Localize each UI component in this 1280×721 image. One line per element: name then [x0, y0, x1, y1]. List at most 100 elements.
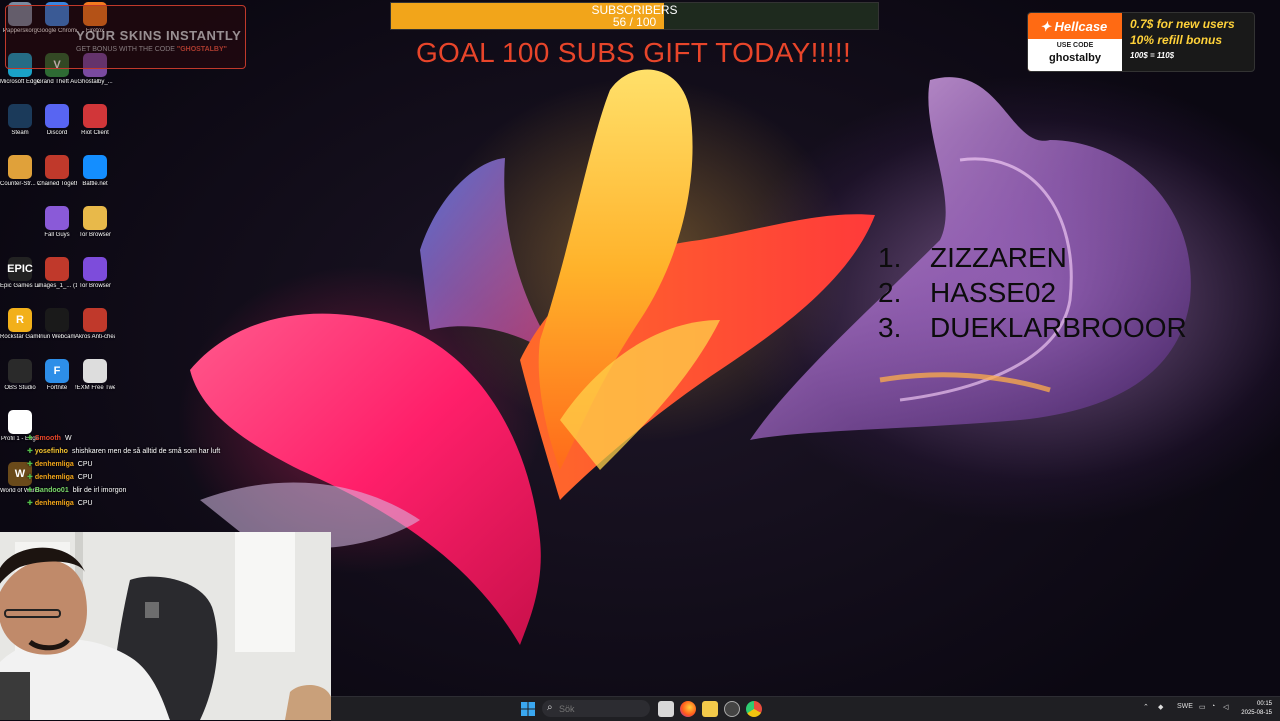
battlenet-icon: [83, 155, 107, 179]
desktop-shortcut-label: Tor Browser: [78, 283, 111, 289]
chat-text: shishkaren men de så alltid de små som h…: [71, 448, 221, 455]
desktop-shortcut[interactable]: EPIC Epic Games Launcher: [0, 257, 40, 290]
epic-games-icon: EPIC: [7, 257, 33, 281]
desktop-shortcut-label: Steam: [11, 130, 29, 136]
desktop-shortcut-label: Discord: [46, 130, 68, 136]
chat-username: yosefinho: [34, 448, 68, 455]
chat-badge-icon: ✚: [27, 448, 33, 455]
stream-chat: ✚ Smooth W ✚ yosefinho shishkaren men de så …: [27, 432, 287, 510]
desktop-shortcut-label: Rockstar Games ...: [0, 334, 40, 340]
leaderboard-rank: 1.: [878, 242, 902, 273]
leaderboard-row: 1. ZIZZAREN: [878, 240, 1187, 275]
obs-icon: [8, 359, 32, 383]
desktop-shortcut[interactable]: Steam: [0, 104, 40, 137]
desktop-shortcut-label: Battle.net: [82, 181, 108, 187]
desktop-shortcut[interactable]: Counter-Str... 2: [0, 155, 40, 188]
file-explorer-icon[interactable]: [658, 701, 674, 717]
hellcase-use-code-label: USE CODE: [1056, 42, 1094, 49]
desktop-shortcut-label: Chained Together: [37, 181, 77, 187]
desktop-shortcut[interactable]: Tor Browser: [75, 257, 115, 290]
chat-message: ✚ Bandoo01 blir de irl imorgon: [27, 484, 287, 497]
desktop-shortcut[interactable]: Iriun Webcam: [37, 308, 77, 341]
search-input[interactable]: [559, 702, 644, 715]
desktop-shortcut[interactable]: OBS Studio: [0, 359, 40, 392]
webcam-icon: [45, 308, 69, 332]
tray-volume-icon[interactable]: ◁: [1223, 703, 1228, 711]
chat-username: Bandoo01: [34, 487, 69, 494]
desktop-shortcut[interactable]: images_1_... (1): [37, 257, 77, 290]
chat-message: ✚ Smooth W: [27, 432, 287, 445]
desktop-shortcut[interactable]: R Rockstar Games ...: [0, 308, 40, 341]
hellcase-code: ghostalby: [1049, 52, 1101, 64]
leaderboard-rank: 2.: [878, 277, 902, 308]
chat-message: ✚ denhemliga CPU: [27, 458, 287, 471]
chat-message: ✚ yosefinho shishkaren men de så alltid de…: [27, 445, 287, 458]
desktop-shortcut[interactable]: Battle.net: [75, 155, 115, 188]
leaderboard-rank: 3.: [878, 312, 902, 343]
fortnite-icon: F: [45, 359, 69, 383]
subscriber-goal-bar: SUBSCRIBERS 56 / 100: [390, 2, 879, 30]
tray-wifi-icon[interactable]: ◔: [1211, 703, 1215, 710]
desktop-shortcut-label: Tor Browser: [78, 232, 111, 238]
chat-username: denhemliga: [34, 474, 74, 481]
chat-text: CPU: [77, 474, 93, 481]
tweak-icon: [83, 359, 107, 383]
hellcase-offer-line3: 100$ = 110$: [1130, 51, 1175, 60]
clock-date: 2025-08-15: [1241, 710, 1272, 716]
steam-icon: [8, 104, 32, 128]
desktop-shortcut-label: Microsoft Edge: [0, 79, 40, 85]
desktop-shortcut-label: OBS Studio: [4, 385, 36, 391]
windows-start-icon[interactable]: [520, 701, 536, 717]
webcam-image: [0, 532, 331, 720]
chat-text: W: [64, 435, 72, 442]
taskbar-clock[interactable]: 00:15 2025-08-15: [1241, 700, 1272, 718]
riot-icon: [83, 104, 107, 128]
desktop-shortcut-label: Counter-Str... 2: [0, 181, 40, 187]
desktop-shortcut[interactable]: Fall Guys: [37, 206, 77, 239]
desktop-shortcut[interactable]: !EXM Free Tweakin...: [75, 359, 115, 392]
leaderboard-name: ZIZZAREN: [930, 242, 1067, 273]
desktop-shortcut-label: Grand Theft Auto V: [37, 79, 77, 85]
settings-icon[interactable]: [724, 701, 740, 717]
desktop-shortcut[interactable]: F Fortnite: [37, 359, 77, 392]
desktop-shortcut-label: Fall Guys: [44, 232, 70, 238]
desktop-shortcut-label: images_1_... (1): [37, 283, 77, 289]
desktop-shortcut-label: Epic Games Launcher: [0, 283, 40, 289]
chat-badge-icon: ✚: [27, 500, 33, 507]
cs2-icon: [8, 155, 32, 179]
webcam-feed: [0, 532, 331, 720]
hellcase-offer: 0.7$ for new users 10% refill bonus 100$…: [1130, 17, 1250, 60]
tray-display-icon[interactable]: ▭: [1199, 703, 1206, 711]
desktop-shortcut[interactable]: Akros Anti-cheat: [75, 308, 115, 341]
leaderboard: 1. ZIZZAREN 2. HASSE02 3. DUEKLARBROOOR: [878, 240, 1187, 345]
chat-badge-icon: ✚: [27, 487, 33, 494]
tray-chevron-icon[interactable]: ⌃: [1143, 703, 1149, 711]
desktop-shortcut[interactable]: Riot Client: [75, 104, 115, 137]
desktop-shortcut-label: !EXM Free Tweakin...: [75, 385, 115, 391]
clock-time: 00:15: [1256, 701, 1272, 707]
document-icon: [8, 410, 32, 434]
desktop-shortcut-label: Fortnite: [46, 385, 68, 391]
chat-username: denhemliga: [34, 500, 74, 507]
taskbar-search[interactable]: ⌕: [542, 700, 650, 717]
fall-guys-icon: [45, 206, 69, 230]
leaderboard-row: 2. HASSE02: [878, 275, 1187, 310]
folder-icon[interactable]: [702, 701, 718, 717]
tray-network-icon[interactable]: ◆: [1158, 703, 1163, 711]
desktop-shortcut[interactable]: Chained Together: [37, 155, 77, 188]
chat-badge-icon: ✚: [27, 474, 33, 481]
desktop-shortcut[interactable]: Discord: [37, 104, 77, 137]
desktop-shortcut-label: Ghostalby_...: [77, 79, 113, 85]
chat-username: Smooth: [34, 435, 61, 442]
chat-message: ✚ denhemliga CPU: [27, 497, 287, 510]
hellcase-code-box: USE CODE ghostalby: [1028, 39, 1122, 71]
desktop-shortcut-label: Riot Client: [81, 130, 109, 136]
chrome-icon[interactable]: [746, 701, 762, 717]
chained-together-icon: [45, 155, 69, 179]
firefox-icon[interactable]: [680, 701, 696, 717]
tor-icon: [83, 257, 107, 281]
tray-language[interactable]: SWE: [1177, 703, 1193, 710]
desktop-shortcut[interactable]: Tor Browser: [75, 206, 115, 239]
chat-text: CPU: [77, 500, 93, 507]
chat-text: CPU: [77, 461, 93, 468]
